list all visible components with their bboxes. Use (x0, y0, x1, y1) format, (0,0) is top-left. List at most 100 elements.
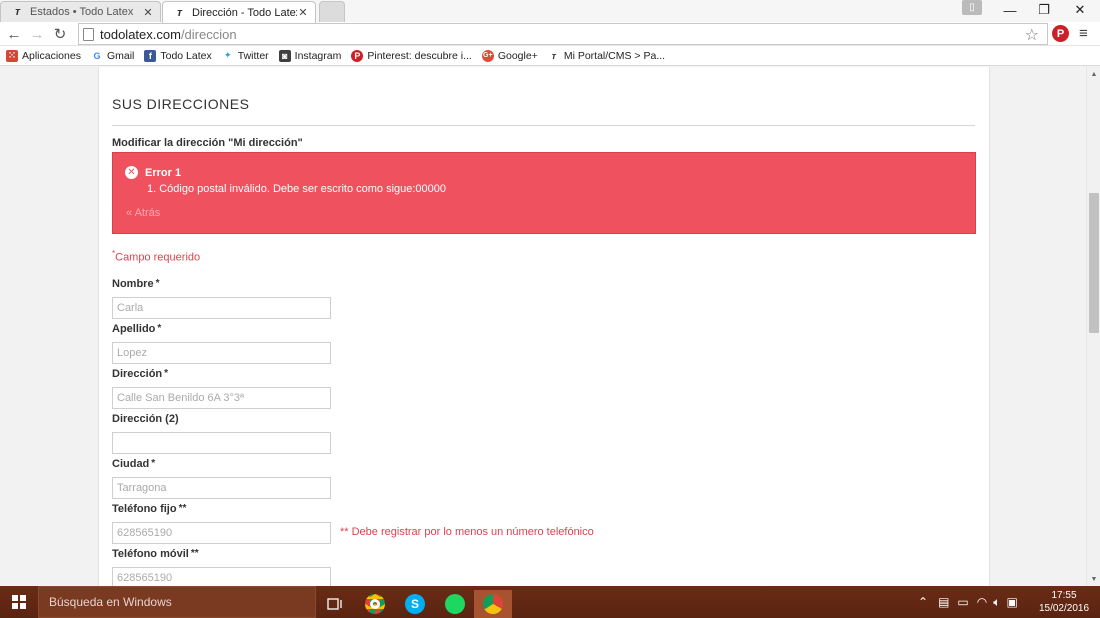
bookmark-instagram[interactable]: ◙ Instagram (278, 49, 342, 62)
back-arrow-icon[interactable]: ← (4, 24, 24, 44)
page-icon (83, 27, 94, 41)
label-text: Ciudad (112, 458, 150, 470)
required-asterisk: * (157, 323, 162, 334)
bookmark-gmail[interactable]: G Gmail (90, 49, 135, 62)
page-scrollbar[interactable]: ▲ ▼ (1086, 67, 1100, 586)
tray-battery-icon[interactable]: ▭ (957, 595, 968, 609)
windows-logo-icon (12, 595, 26, 609)
bookmarks-bar: ⁙ Aplicaciones G Gmail f Todo Latex ✦ Tw… (0, 46, 1100, 66)
tray-expand-icon[interactable]: ⌃ (918, 595, 928, 609)
taskbar-search-placeholder: Búsqueda en Windows (49, 595, 172, 609)
tab-title: Estados • Todo Latex (30, 6, 134, 18)
telefono-fijo-input[interactable] (112, 522, 331, 544)
tab-estados[interactable]: ᴛ Estados • Todo Latex ✕ (0, 1, 161, 22)
profile-icon[interactable]: ▯ (962, 0, 982, 15)
close-tab-icon[interactable]: ✕ (142, 6, 154, 19)
bookmark-aplicaciones[interactable]: ⁙ Aplicaciones (6, 49, 81, 62)
label-text: Dirección (112, 368, 163, 380)
reload-icon[interactable]: ↻ (50, 24, 70, 44)
field-label-apellido: Apellido * (112, 323, 161, 335)
minimize-icon[interactable]: — (992, 0, 1028, 20)
close-tab-icon[interactable]: ✕ (297, 6, 309, 19)
tray-notifications-icon[interactable]: ▣ (1006, 595, 1017, 609)
bookmark-twitter[interactable]: ✦ Twitter (221, 49, 269, 62)
google-plus-icon: G+ (481, 49, 494, 62)
error-alert: ✕ Error 1 1. Código postal inválido. Deb… (112, 152, 976, 234)
todolatex-favicon-icon: ᴛ (177, 6, 183, 19)
tab-title: Dirección - Todo Latex (192, 6, 297, 19)
field-label-telefono-movil: Teléfono móvil ** (112, 548, 199, 560)
field-label-nombre: Nombre * (112, 278, 159, 290)
field-label-direccion-2: Dirección (2) (112, 413, 181, 425)
phone-required-note: ** Debe registrar por lo menos un número… (340, 526, 594, 538)
error-message: 1. Código postal inválido. Debe ser escr… (147, 183, 447, 195)
bookmark-todolatex[interactable]: f Todo Latex (144, 49, 212, 62)
tray-volume-icon[interactable]: 🔈︎ (993, 595, 1000, 610)
field-label-direccion: Dirección * (112, 368, 168, 380)
tray-wifi-icon[interactable]: ◠ (977, 595, 987, 609)
tab-strip: ᴛ Estados • Todo Latex ✕ ᴛ Dirección - T… (0, 0, 1100, 23)
bookmark-label: Aplicaciones (22, 49, 81, 62)
url-path: /direccion (180, 26, 237, 42)
bookmark-label: Instagram (294, 49, 342, 62)
back-link[interactable]: « Atrás (126, 207, 160, 219)
bookmark-label: Todo Latex (160, 49, 212, 62)
direccion-input[interactable] (112, 387, 331, 409)
address-bar[interactable]: todolatex.com /direccion ☆ (78, 23, 1048, 45)
clock-date: 15/02/2016 (1038, 603, 1090, 614)
instagram-icon: ◙ (278, 49, 291, 62)
restore-icon[interactable]: ❐ (1026, 0, 1062, 20)
chrome-menu-icon[interactable]: ≡ (1079, 25, 1088, 42)
required-asterisk: * (164, 368, 169, 379)
close-window-icon[interactable]: ✕ (1062, 0, 1098, 20)
browser-toolbar: ← → ↻ todolatex.com /direccion ☆ P ≡ (0, 22, 1100, 46)
facebook-icon: f (144, 49, 157, 62)
bookmark-label: Google+ (497, 49, 538, 62)
skype-taskbar-icon[interactable]: S (396, 590, 434, 618)
nombre-input[interactable] (112, 297, 331, 319)
label-text: Apellido (112, 323, 156, 335)
task-view-icon[interactable] (316, 590, 354, 618)
taskbar-clock[interactable]: 17:55 15/02/2016 (1036, 589, 1092, 615)
new-tab-button[interactable] (319, 1, 345, 22)
telefono-movil-input[interactable] (112, 567, 331, 586)
bookmark-label: Gmail (106, 49, 135, 62)
todolatex-icon: ᴛ (547, 49, 560, 62)
direccion-2-input[interactable] (112, 432, 331, 454)
required-note-text: Campo requerido (115, 251, 201, 264)
pinterest-icon: P (351, 49, 364, 62)
required-asterisk: ** (178, 503, 187, 514)
scroll-up-arrow-icon[interactable]: ▲ (1087, 67, 1100, 81)
scrollbar-thumb[interactable] (1089, 193, 1099, 333)
bookmark-label: Pinterest: descubre i... (367, 49, 472, 62)
forward-arrow-icon[interactable]: → (27, 24, 47, 44)
bookmark-google-plus[interactable]: G+ Google+ (481, 49, 538, 62)
start-button[interactable] (0, 586, 38, 618)
bookmark-label: Mi Portal/CMS > Pa... (563, 49, 666, 62)
required-field-note: *Campo requerido (112, 249, 200, 264)
bookmark-label: Twitter (237, 49, 269, 62)
chrome-taskbar-icon[interactable] (356, 590, 394, 618)
bookmark-star-icon[interactable]: ☆ (1025, 25, 1039, 45)
field-label-ciudad: Ciudad * (112, 458, 155, 470)
bookmark-pinterest[interactable]: P Pinterest: descubre i... (351, 49, 472, 62)
system-tray: ⌃ ▤ ▭ ◠ 🔈︎ ▣ (918, 586, 1018, 618)
apellido-input[interactable] (112, 342, 331, 364)
tab-direccion[interactable]: ᴛ Dirección - Todo Latex ✕ (162, 1, 316, 23)
address-form-panel: SUS DIRECCIONES Modificar la dirección "… (98, 67, 990, 586)
error-title: Error 1 (145, 167, 182, 179)
scroll-down-arrow-icon[interactable]: ▼ (1087, 572, 1100, 586)
pinterest-extension-icon[interactable]: P (1052, 25, 1069, 42)
chrome-active-taskbar-icon[interactable] (474, 590, 512, 618)
page-viewport: SUS DIRECCIONES Modificar la dirección "… (0, 67, 1086, 586)
bookmark-mi-portal[interactable]: ᴛ Mi Portal/CMS > Pa... (547, 49, 666, 62)
apps-grid-icon: ⁙ (6, 49, 18, 62)
error-x-icon: ✕ (125, 166, 138, 179)
ciudad-input[interactable] (112, 477, 331, 499)
taskbar-search[interactable]: Búsqueda en Windows (38, 586, 316, 618)
label-text: Teléfono fijo (112, 503, 177, 515)
tray-keyboard-icon[interactable]: ▤ (938, 595, 949, 609)
spotify-taskbar-icon[interactable] (436, 590, 474, 618)
url-host: todolatex.com (100, 26, 181, 42)
form-subtitle: Modificar la dirección "Mi dirección" (112, 137, 303, 149)
